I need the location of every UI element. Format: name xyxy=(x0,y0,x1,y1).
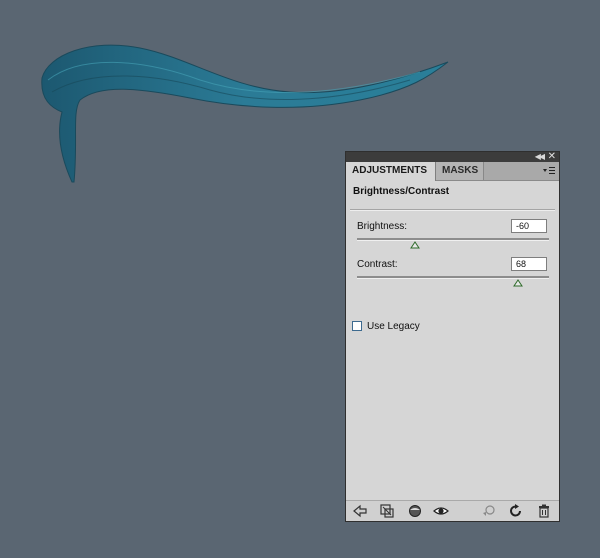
use-legacy-label: Use Legacy xyxy=(367,321,420,332)
trash-icon[interactable] xyxy=(536,503,552,519)
adjustment-title: Brightness/Contrast xyxy=(353,186,450,197)
brightness-input[interactable]: -60 xyxy=(511,219,547,233)
contrast-slider-thumb[interactable] xyxy=(513,279,524,287)
reset-icon[interactable] xyxy=(508,503,524,519)
adjustments-panel: ◀◀ ✕ ADJUSTMENTS MASKS Brightness/Contra… xyxy=(345,151,560,522)
contrast-input[interactable]: 68 xyxy=(511,257,547,271)
view-previous-state-icon[interactable] xyxy=(480,503,496,519)
use-legacy-checkbox[interactable] xyxy=(352,321,362,331)
divider xyxy=(350,209,555,211)
panel-menu-icon[interactable] xyxy=(542,165,556,177)
panel-bottom-toolbar xyxy=(346,500,559,521)
contrast-label: Contrast: xyxy=(357,259,398,270)
panel-titlebar[interactable]: ◀◀ ✕ xyxy=(346,151,559,162)
brightness-slider-thumb[interactable] xyxy=(409,241,420,249)
layer-visibility-toggle-icon[interactable] xyxy=(407,503,423,519)
panel-tabbar: ADJUSTMENTS MASKS xyxy=(346,162,559,181)
tab-masks[interactable]: MASKS xyxy=(436,162,484,180)
brightness-label: Brightness: xyxy=(357,221,408,232)
back-arrow-icon[interactable] xyxy=(352,503,368,519)
tab-adjustments[interactable]: ADJUSTMENTS xyxy=(346,162,436,181)
collapse-to-icons-icon[interactable]: ◀◀ xyxy=(535,152,545,162)
close-icon[interactable]: ✕ xyxy=(548,151,556,162)
eye-icon[interactable] xyxy=(433,503,449,519)
clip-to-layer-icon[interactable] xyxy=(379,503,395,519)
brightness-slider-track[interactable] xyxy=(357,238,549,241)
